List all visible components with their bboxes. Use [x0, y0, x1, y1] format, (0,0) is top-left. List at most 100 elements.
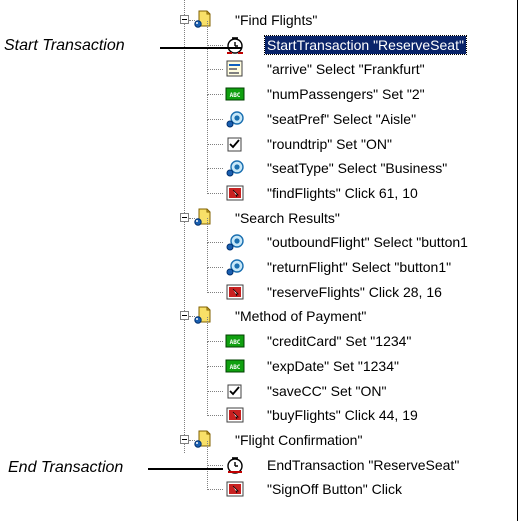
checkbox-icon — [225, 381, 245, 401]
tree-connector-line — [207, 144, 208, 169]
image-click-icon — [225, 282, 245, 302]
tree-step-node[interactable]: "seatType" Select "Business" — [0, 144, 518, 180]
tree-node-label: "saveCC" Set "ON" — [267, 383, 387, 399]
tree-node-label: "buyFlights" Click 44, 19 — [267, 407, 418, 423]
tree-connector-line — [207, 70, 208, 95]
tree-node-label: "reserveFlights" Click 28, 16 — [267, 284, 442, 300]
tree-step-node[interactable]: "returnFlight" Select "button1" — [0, 243, 518, 279]
edit-field-icon: ABC — [225, 356, 245, 376]
tree-step-node[interactable]: ABC "numPassengers" Set "2" — [0, 70, 518, 106]
collapse-toggle-icon[interactable] — [180, 435, 189, 444]
tree-group-node[interactable]: "Flight Confirmation" — [0, 428, 518, 452]
tree-node-label: "Flight Confirmation" — [235, 432, 363, 448]
radio-select-icon — [225, 158, 245, 178]
tree-connector-line — [207, 415, 223, 416]
tree-step-node[interactable]: "outboundFlight" Select "button1 — [0, 218, 518, 254]
tree-connector-line — [207, 69, 223, 70]
tree-step-node[interactable]: "saveCC" Set "ON" — [0, 367, 518, 403]
tree-step-node[interactable]: "SignOff Button" Click — [0, 465, 518, 501]
transaction-start-icon — [225, 35, 245, 55]
tree-connector-line — [207, 292, 223, 293]
image-click-icon — [225, 479, 245, 499]
image-click-icon — [225, 405, 245, 425]
tree-connector-line — [207, 341, 223, 342]
end-transaction-annotation: End Transaction — [8, 459, 124, 476]
tree-node-label: "seatPref" Select "Aisle" — [267, 111, 417, 127]
tree-node-label: "expDate" Set "1234" — [267, 358, 399, 374]
transaction-end-icon — [225, 455, 245, 475]
collapse-toggle-icon[interactable] — [180, 311, 189, 320]
tree-connector-line — [207, 243, 208, 268]
end-annotation-pointer — [148, 468, 223, 470]
tree-step-node[interactable]: "arrive" Select "Frankfurt" — [0, 45, 518, 81]
tree-node-label: StartTransaction "ReserveSeat" — [264, 35, 467, 55]
tree-connector-line — [207, 120, 208, 145]
page-folder-icon — [193, 207, 213, 227]
tree-connector-line — [207, 45, 223, 46]
tree-connector-line — [207, 317, 208, 342]
tree-connector-line — [207, 218, 208, 243]
svg-text:ABC: ABC — [230, 92, 241, 99]
start-annotation-pointer — [160, 47, 242, 49]
tree-node-label: "creditCard" Set "1234" — [267, 333, 412, 349]
collapse-toggle-icon[interactable] — [180, 213, 189, 222]
svg-text:ABC: ABC — [230, 339, 241, 346]
tree-node-label: "SignOff Button" Click — [267, 481, 402, 497]
tree-connector-line — [207, 144, 223, 145]
tree-step-node[interactable]: ABC "expDate" Set "1234" — [0, 342, 518, 378]
tree-step-node[interactable]: "seatPref" Select "Aisle" — [0, 95, 518, 131]
tree-connector-line — [207, 94, 223, 95]
radio-select-icon — [225, 109, 245, 129]
page-folder-icon — [193, 9, 213, 29]
tree-connector-line — [207, 342, 208, 367]
tree-connector-line — [207, 465, 223, 466]
tree-panel[interactable]: "Find Flights" StartTransaction "Reserve… — [0, 0, 518, 521]
tree-group-node[interactable]: "Find Flights" — [0, 8, 518, 32]
tree-connector-line — [207, 268, 208, 293]
script-tree-view: "Find Flights" StartTransaction "Reserve… — [0, 0, 519, 521]
start-transaction-annotation: Start Transaction — [4, 37, 125, 54]
tree-group-node[interactable]: "Search Results" — [0, 206, 518, 230]
tree-node-label: "Search Results" — [235, 210, 340, 226]
tree-connector-line — [207, 391, 223, 392]
page-folder-icon — [193, 429, 213, 449]
image-click-icon — [225, 183, 245, 203]
edit-field-icon: ABC — [225, 84, 245, 104]
tree-node-label: "findFlights" Click 61, 10 — [267, 185, 418, 201]
tree-connector-line — [207, 193, 223, 194]
tree-node-label: EndTransaction "ReserveSeat" — [267, 457, 460, 473]
tree-connector-line — [207, 267, 223, 268]
tree-step-node[interactable]: ABC "creditCard" Set "1234" — [0, 317, 518, 353]
tree-node-label: "roundtrip" Set "ON" — [267, 136, 392, 152]
checkbox-icon — [225, 134, 245, 154]
tree-step-node[interactable]: "roundtrip" Set "ON" — [0, 120, 518, 156]
tree-connector-line — [207, 489, 223, 490]
tree-connector-line — [207, 391, 208, 416]
tree-connector-line — [207, 119, 223, 120]
tree-connector-line — [207, 242, 223, 243]
svg-text:ABC: ABC — [230, 364, 241, 371]
tree-node-label: "Find Flights" — [235, 12, 318, 28]
tree-connector-line — [207, 95, 208, 120]
tree-node-label: "Method of Payment" — [235, 308, 367, 324]
radio-select-icon — [225, 257, 245, 277]
tree-connector-line — [207, 367, 208, 392]
list-select-icon — [225, 59, 245, 79]
radio-select-icon — [225, 232, 245, 252]
tree-node-label: "returnFlight" Select "button1" — [267, 259, 452, 275]
tree-step-node[interactable]: "findFlights" Click 61, 10 — [0, 169, 518, 205]
tree-node-label: "outboundFlight" Select "button1 — [267, 234, 468, 250]
tree-connector-line — [207, 441, 208, 466]
tree-group-node[interactable]: "Method of Payment" — [0, 304, 518, 328]
tree-step-node[interactable]: "buyFlights" Click 44, 19 — [0, 391, 518, 427]
tree-step-node[interactable]: "reserveFlights" Click 28, 16 — [0, 268, 518, 304]
tree-node-label: "numPassengers" Set "2" — [267, 86, 425, 102]
tree-connector-line — [207, 168, 223, 169]
tree-connector-line — [207, 21, 208, 46]
tree-node-label: "arrive" Select "Frankfurt" — [267, 61, 425, 77]
tree-connector-line — [207, 366, 223, 367]
page-folder-icon — [193, 305, 213, 325]
tree-node-label: "seatType" Select "Business" — [267, 160, 448, 176]
tree-connector-line — [207, 169, 208, 194]
collapse-toggle-icon[interactable] — [180, 15, 189, 24]
